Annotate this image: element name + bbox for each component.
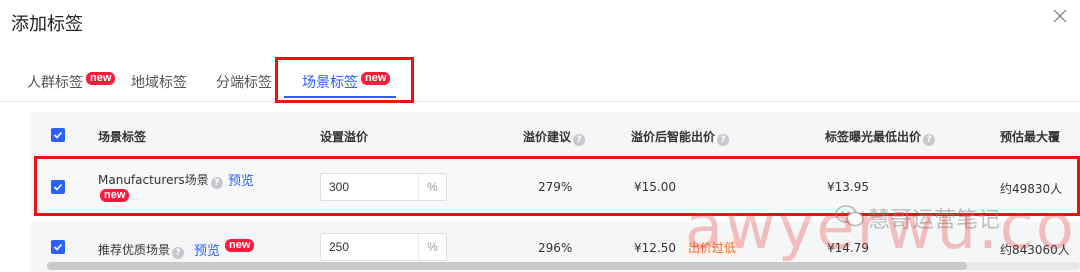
tab-bar: 人群标签 new 地域标签 分端标签 场景标签 new bbox=[0, 58, 1080, 102]
table-header: 场景标签 设置溢价 溢价建议? 溢价后智能出价? 标签曝光最低出价? 预估最大覆 bbox=[30, 112, 1080, 158]
scene-name: 推荐优质场景? bbox=[98, 241, 185, 259]
highlight-box-row bbox=[34, 156, 1080, 216]
preview-link[interactable]: 预览 bbox=[194, 240, 220, 259]
tab-region[interactable]: 地域标签 bbox=[131, 72, 187, 92]
close-icon[interactable] bbox=[1052, 8, 1068, 24]
header-premium: 设置溢价 bbox=[320, 130, 369, 144]
row-checkbox[interactable] bbox=[51, 240, 65, 254]
header-scene-tag: 场景标签 bbox=[98, 130, 147, 144]
coverage-value: 约843060人 bbox=[1000, 243, 1070, 257]
tab-crowd[interactable]: 人群标签 new bbox=[27, 72, 116, 92]
help-icon[interactable]: ? bbox=[717, 134, 730, 146]
percent-suffix: % bbox=[418, 234, 446, 260]
premium-field[interactable] bbox=[321, 234, 419, 260]
help-icon[interactable]: ? bbox=[573, 134, 586, 146]
suggestion-value: 296% bbox=[538, 241, 573, 255]
premium-input[interactable]: % bbox=[320, 233, 447, 261]
check-icon bbox=[53, 243, 63, 251]
header-smart-bid: 溢价后智能出价? bbox=[631, 128, 730, 146]
horizontal-scrollbar[interactable] bbox=[47, 262, 1080, 270]
tab-label: 地域标签 bbox=[131, 75, 187, 91]
tab-label: 分端标签 bbox=[216, 75, 272, 91]
header-suggestion: 溢价建议? bbox=[523, 128, 586, 146]
new-badge: new bbox=[225, 239, 255, 252]
header-min-bid: 标签曝光最低出价? bbox=[825, 128, 936, 146]
select-all-checkbox[interactable] bbox=[51, 128, 65, 142]
highlight-box-tab bbox=[275, 57, 414, 103]
help-icon[interactable]: ? bbox=[172, 247, 185, 259]
dialog-title: 添加标签 bbox=[11, 14, 83, 35]
bid-too-low-tag: 出价过低 bbox=[683, 237, 742, 258]
tab-device[interactable]: 分端标签 bbox=[216, 72, 272, 92]
scrollbar-thumb[interactable] bbox=[47, 262, 967, 270]
smart-bid-value: ¥12.50 bbox=[634, 241, 676, 255]
tab-label: 人群标签 bbox=[27, 75, 83, 91]
new-badge: new bbox=[86, 72, 116, 85]
help-icon[interactable]: ? bbox=[923, 134, 936, 146]
header-coverage: 预估最大覆 bbox=[1000, 130, 1061, 144]
check-icon bbox=[53, 131, 63, 139]
min-bid-value: ¥14.79 bbox=[827, 241, 869, 255]
